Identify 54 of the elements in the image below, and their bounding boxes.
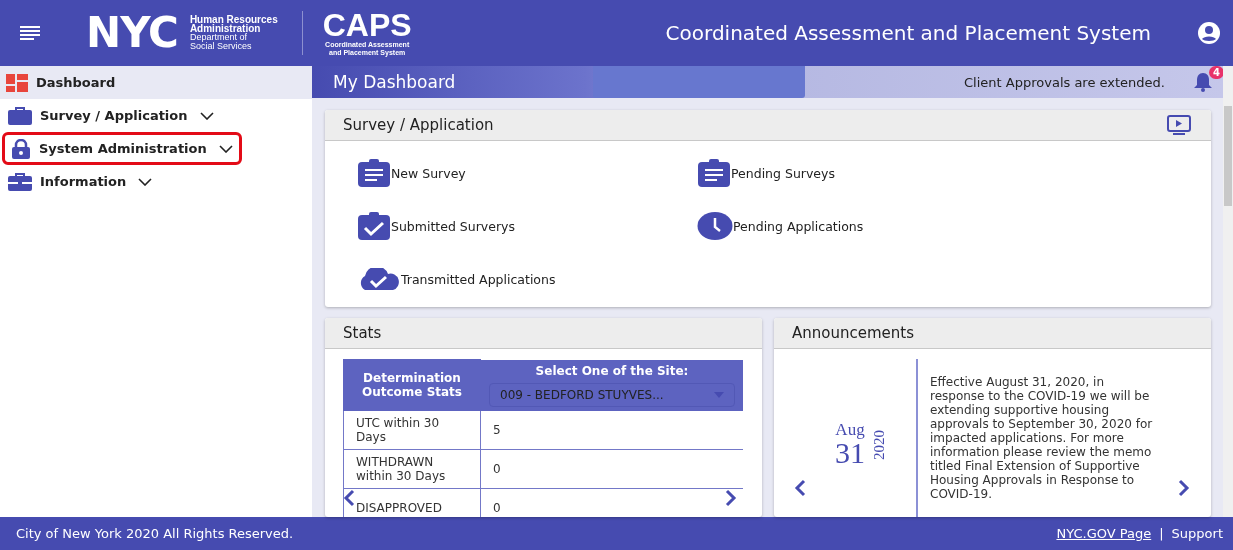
table-cell: 0: [480, 449, 743, 489]
lock-icon: [11, 138, 31, 159]
nyc-gov-link[interactable]: NYC.GOV Page: [1056, 526, 1152, 541]
scrollbar-thumb[interactable]: [1224, 106, 1232, 206]
announcement-text: Effective August 31, 2020, in response to the COVID-19 we will be extending supportive housing approvals to September 30, 2020 for impacted applications. For more information please review the memo titled Final Extension of Supportive Housing Approvals in Response to COVID-19.: [930, 375, 1154, 501]
support-link[interactable]: Support: [1171, 526, 1223, 541]
survey-link[interactable]: Transmitted Applications: [401, 271, 556, 287]
chevron-left-icon[interactable]: [343, 489, 355, 507]
briefcase-icon: [8, 106, 32, 125]
copyright-text: City of New York 2020 All Rights Reserved.: [16, 526, 294, 541]
sidebar-item[interactable]: System Administration: [2, 132, 242, 165]
clock-icon[interactable]: [697, 212, 733, 240]
caps-logo-text: CAPS: [322, 9, 412, 41]
notification-bell-icon[interactable]: [1193, 72, 1213, 92]
chevron-right-icon[interactable]: [725, 489, 737, 507]
video-screen-icon[interactable]: [1167, 115, 1191, 135]
column-header: Determination Outcome Stats: [343, 359, 481, 411]
survey-link[interactable]: Submitted Surverys: [391, 218, 515, 234]
survey-link[interactable]: Pending Surveys: [731, 165, 835, 181]
chevron-left-icon[interactable]: [794, 479, 806, 497]
clipboard-check-icon[interactable]: [357, 212, 391, 240]
card-title: Survey / Application: [343, 116, 494, 134]
caret-down-icon: [714, 391, 724, 398]
page-title: My Dashboard: [332, 72, 457, 92]
link-separator: |: [1159, 526, 1164, 541]
chevron-right-icon[interactable]: [1178, 479, 1190, 497]
clipboard-icon[interactable]: [697, 159, 731, 187]
agency-name-line: Social Services: [189, 42, 253, 51]
agency-name-line: Human Resources: [189, 15, 278, 24]
agency-name-line: Administration: [189, 24, 261, 33]
clipboard-icon[interactable]: [357, 159, 391, 187]
menu-icon[interactable]: [20, 26, 40, 40]
sidebar-item[interactable]: Information: [2, 165, 310, 198]
table-cell: 5: [480, 410, 743, 450]
card-title: Announcements: [792, 324, 914, 342]
logo-text: NYC: [86, 12, 178, 54]
app-title: Coordinated Assessment and Placement System: [665, 21, 1151, 45]
user-account-icon[interactable]: [1197, 21, 1221, 45]
date-day: 31: [835, 438, 865, 468]
table-cell: UTC within 30 Days: [343, 410, 481, 450]
date-month: Aug: [835, 421, 865, 438]
agency-name-line: Department of: [189, 33, 247, 42]
toolbox-icon: [8, 172, 32, 191]
sidebar-item[interactable]: Survey / Application: [2, 99, 310, 132]
notice-text: Client Approvals are extended.: [964, 74, 1165, 90]
date-year: 2020: [871, 429, 887, 460]
card-title: Stats: [343, 324, 382, 342]
table-cell: WITHDRAWN within 30 Days: [343, 449, 481, 489]
column-header: Select One of the Site:: [534, 363, 690, 378]
survey-link[interactable]: New Survey: [391, 165, 466, 181]
scrollbar[interactable]: [1223, 66, 1233, 517]
survey-link[interactable]: Pending Applications: [733, 218, 864, 234]
dashboard-grid-icon: [6, 73, 28, 92]
sidebar-item[interactable]: Dashboard: [0, 66, 312, 99]
